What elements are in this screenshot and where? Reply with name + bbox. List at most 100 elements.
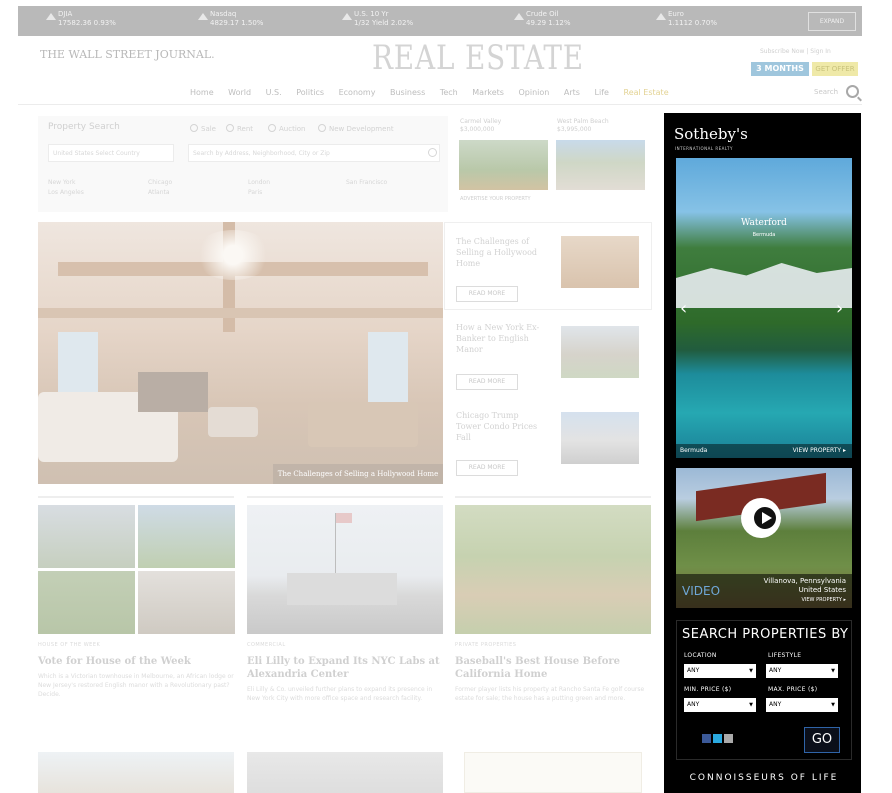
get-offer-button[interactable]: GET OFFER <box>812 62 858 76</box>
side-story-image[interactable] <box>561 326 639 378</box>
ticker-item[interactable]: Euro 1.1112 0.70% <box>656 10 717 28</box>
video-thumbnail[interactable]: VIDEO Villanova, Pennsylvania United Sta… <box>676 468 852 608</box>
nav-item-world[interactable]: World <box>228 88 251 97</box>
search-icon[interactable] <box>428 148 437 157</box>
city-links: London Paris <box>248 178 270 198</box>
property-subtitle: Bermuda <box>752 232 776 238</box>
max-price-select[interactable]: ANY <box>766 698 838 712</box>
featured-listing-image[interactable] <box>556 140 645 190</box>
radio-new-development[interactable]: New Development <box>318 124 394 133</box>
twitter-icon[interactable] <box>713 734 722 743</box>
radio-rent[interactable]: Rent <box>226 124 253 133</box>
sothebys-logo[interactable]: Sotheby's <box>674 125 748 143</box>
card-text: Which is a Victorian townhouse in Melbou… <box>38 673 234 698</box>
nav-item-real-estate[interactable]: Real Estate <box>624 88 669 97</box>
read-more-button[interactable]: READ MORE <box>456 286 518 302</box>
card-kicker: HOUSE OF THE WEEK <box>38 642 101 648</box>
city-links: New York Los Angeles <box>48 178 84 198</box>
view-property-link[interactable]: VIEW PROPERTY ▸ <box>793 444 846 458</box>
main-nav: Home World U.S. Politics Economy Busines… <box>190 88 681 97</box>
radio-auction[interactable]: Auction <box>268 124 305 133</box>
card-title[interactable]: Eli Lilly to Expand Its NYC Labs at Alex… <box>247 655 443 681</box>
card-title[interactable]: Baseball's Best House Before California … <box>455 655 651 681</box>
video-location-2: United States <box>798 586 846 594</box>
hero-image[interactable]: The Challenges of Selling a Hollywood Ho… <box>38 222 443 484</box>
facebook-icon[interactable] <box>702 734 711 743</box>
card-image[interactable] <box>464 752 642 793</box>
estate-buildings <box>676 263 852 308</box>
card-image[interactable] <box>247 505 443 634</box>
nav-item-tech[interactable]: Tech <box>440 88 458 97</box>
expand-button[interactable]: EXPAND <box>808 12 856 31</box>
featured-listing-image[interactable] <box>459 140 548 190</box>
chevron-left-icon[interactable]: ‹ <box>680 298 687 319</box>
nav-item-life[interactable]: Life <box>595 88 609 97</box>
advertise-link[interactable]: ADVERTISE YOUR PROPERTY <box>460 195 531 203</box>
side-story-image[interactable] <box>561 236 639 288</box>
card-image[interactable] <box>247 752 443 793</box>
read-more-button[interactable]: READ MORE <box>456 460 518 476</box>
read-more-button[interactable]: READ MORE <box>456 374 518 390</box>
location-select[interactable]: ANY <box>684 664 756 678</box>
go-button[interactable]: GO <box>804 727 840 753</box>
featured-listing-label: West Palm Beach $3,995,000 <box>557 118 609 133</box>
radio-icon <box>226 124 234 132</box>
ticker-item[interactable]: Nasdaq 4829.17 1.50% <box>198 10 263 28</box>
card-image[interactable] <box>38 752 234 793</box>
nav-item-arts[interactable]: Arts <box>564 88 580 97</box>
video-location-1: Villanova, Pennsylvania <box>763 577 846 585</box>
city-link[interactable]: San Francisco <box>346 178 387 188</box>
card-image[interactable] <box>138 505 235 568</box>
card-image[interactable] <box>455 505 651 634</box>
lifestyle-select[interactable]: ANY <box>766 664 838 678</box>
lifestyle-label: LIFESTYLE <box>768 652 802 659</box>
city-link[interactable]: Los Angeles <box>48 188 84 198</box>
min-price-label: MIN. PRICE ($) <box>684 686 732 693</box>
side-story-title[interactable]: Chicago Trump Tower Condo Prices Fall <box>456 410 544 443</box>
radio-sale[interactable]: Sale <box>190 124 216 133</box>
city-link[interactable]: Atlanta <box>148 188 172 198</box>
play-icon[interactable] <box>741 498 781 538</box>
nav-item-us[interactable]: U.S. <box>266 88 282 97</box>
min-price-select[interactable]: ANY <box>684 698 756 712</box>
subscribe-link[interactable]: Subscribe Now | Sign In <box>760 48 831 55</box>
view-property-link[interactable]: VIEW PROPERTY ▸ <box>801 597 846 603</box>
promo-badge[interactable]: 3 MONTHS $12 <box>751 62 809 87</box>
nav-item-economy[interactable]: Economy <box>339 88 376 97</box>
chevron-right-icon[interactable]: › <box>836 298 843 319</box>
city-link[interactable]: New York <box>48 178 84 188</box>
nav-search-label[interactable]: Search <box>814 88 838 96</box>
masthead-logo[interactable]: THE WALL STREET JOURNAL. <box>40 48 215 61</box>
card-image[interactable] <box>138 571 235 634</box>
hero-caption[interactable]: The Challenges of Selling a Hollywood Ho… <box>273 464 443 484</box>
property-image[interactable]: Waterford Bermuda ‹ › Bermuda VIEW PROPE… <box>676 158 852 458</box>
ticker-item[interactable]: U.S. 10 Yr 1/32 Yield 2.02% <box>342 10 413 28</box>
city-link[interactable]: Paris <box>248 188 270 198</box>
city-link[interactable]: Chicago <box>148 178 172 188</box>
radio-icon <box>190 124 198 132</box>
nav-item-politics[interactable]: Politics <box>296 88 324 97</box>
window <box>368 332 408 412</box>
beam <box>38 308 443 318</box>
property-title: Waterford <box>741 218 787 228</box>
card-image[interactable] <box>38 571 135 634</box>
ticker-item[interactable]: Crude Oil 49.29 1.12% <box>514 10 571 28</box>
side-story-title[interactable]: How a New York Ex-Banker to English Mano… <box>456 322 544 355</box>
nav-item-business[interactable]: Business <box>390 88 425 97</box>
nav-item-home[interactable]: Home <box>190 88 214 97</box>
nav-item-opinion[interactable]: Opinion <box>519 88 550 97</box>
piano <box>138 372 208 412</box>
country-select[interactable]: United States Select Country <box>48 144 174 162</box>
max-price-label: MAX. PRICE ($) <box>768 686 818 693</box>
card-image[interactable] <box>38 505 135 568</box>
search-icon[interactable] <box>846 85 859 98</box>
youtube-icon[interactable] <box>724 734 733 743</box>
ticker-item[interactable]: DJIA 17582.36 0.93% <box>46 10 116 28</box>
side-story-title[interactable]: The Challenges of Selling a Hollywood Ho… <box>456 236 544 269</box>
location-search-input[interactable]: Search by Address, Neighborhood, City or… <box>188 144 440 162</box>
card-title[interactable]: Vote for House of the Week <box>38 655 234 668</box>
card-divider <box>247 496 443 498</box>
side-story-image[interactable] <box>561 412 639 464</box>
nav-item-markets[interactable]: Markets <box>472 88 504 97</box>
city-link[interactable]: London <box>248 178 270 188</box>
